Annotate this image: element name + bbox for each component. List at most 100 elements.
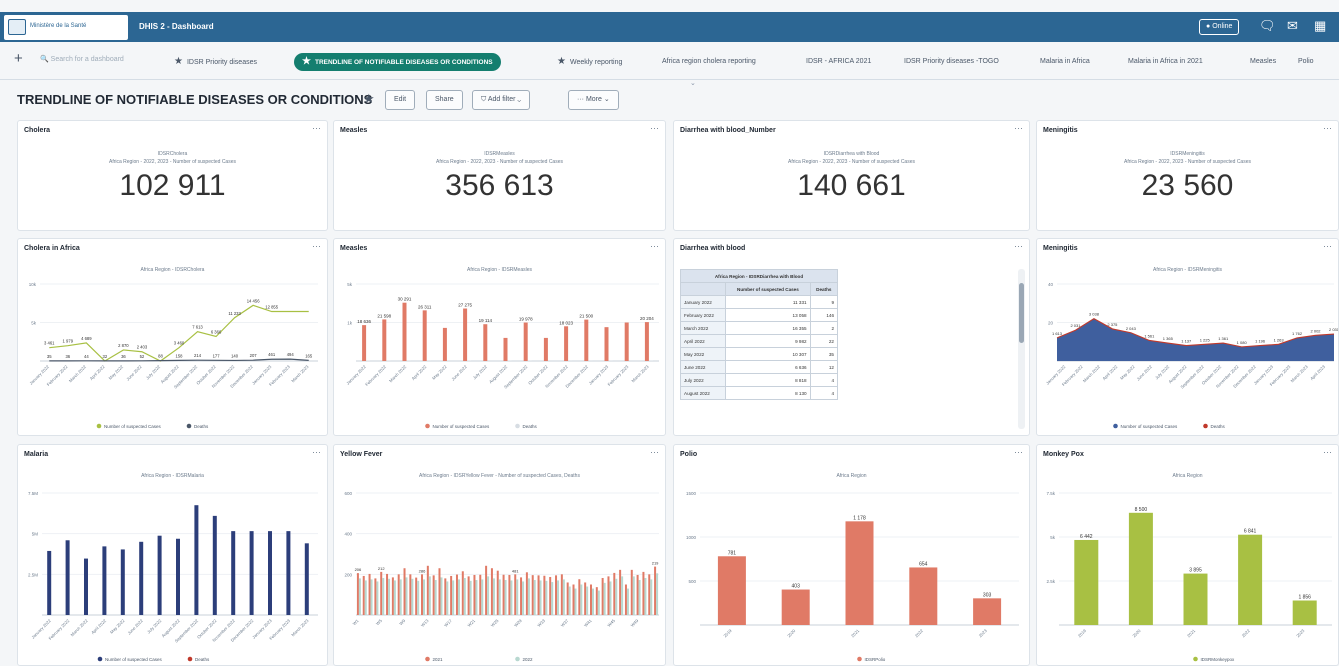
data-label: 18 636 [357,319,371,324]
inbox-icon[interactable]: ✉ [1287,19,1298,33]
legend-label: IDSRMonkeypox [1201,657,1236,662]
table-row[interactable]: January 2022 11 331 9 [679,295,839,309]
card-menu-icon[interactable]: ··· [1014,123,1023,133]
dashboard-chip-cholera-reporting[interactable]: Africa region cholera reporting [662,53,756,71]
add-dashboard-icon[interactable]: + [14,50,23,67]
bar [457,579,460,615]
bar [644,577,647,615]
dashboard-chip-idsr-togo[interactable]: IDSR Priority diseases -TOGO [904,53,999,71]
add-filter-button[interactable]: ⛉ Add filter ⌄ [472,90,531,110]
dashboard-chip-measles[interactable]: Measles [1250,53,1276,71]
cell-deaths: 22 [809,334,839,348]
y-tick-label: 5k [31,321,37,326]
x-tick-label: April 2022 [1101,364,1118,381]
dashboard-chip-polio[interactable]: Polio [1298,53,1314,71]
card-menu-icon[interactable]: ··· [1323,123,1332,133]
data-label: 1 196 [1255,339,1266,344]
bar [545,580,548,615]
x-tick-label: July 2022 [145,364,162,381]
table-row[interactable]: May 2022 10 307 35 [679,347,839,361]
edit-button[interactable]: Edit [385,90,416,110]
bar [362,325,367,361]
bar [120,549,125,615]
row-period: March 2022 [679,321,727,335]
bar [597,590,600,615]
dashboard-chip-idsr-africa-2021[interactable]: IDSR - AFRICA 2021 [806,53,871,71]
bar [609,581,612,615]
bar [525,572,528,615]
share-button[interactable]: Share [426,90,463,110]
cell-cases: 9 982 [725,334,811,348]
dashboard-chip-trendline[interactable]: ★ TRENDLINE OF NOTIFIABLE DISEASES OR CON… [294,53,501,71]
table-row[interactable]: April 2022 9 982 22 [679,334,839,348]
legend-label: IDSRPolio [865,657,886,662]
table-row[interactable]: February 2022 13 058 146 [679,308,839,322]
bar [432,575,435,615]
more-button[interactable]: ··· More ⌄ [568,90,619,110]
row-period: August 2022 [679,386,727,400]
more-label: More [585,96,602,103]
bar [514,574,517,615]
bar [624,584,627,615]
card-menu-icon[interactable]: ··· [312,123,321,133]
data-label: 4 689 [81,336,92,341]
filter-icon: ⛉ [481,96,487,103]
col-cases-header[interactable]: Number of suspected Cases [725,282,811,296]
x-tick-label: W25 [490,618,500,628]
table-row[interactable]: June 2022 6 636 12 [679,360,839,374]
bar [615,578,618,615]
data-label: 26 311 [418,304,432,309]
bar [402,302,407,361]
expand-bar-chevron-icon[interactable]: ⌄ [690,79,696,87]
chat-icon[interactable]: 🗨 [1259,19,1276,33]
x-tick-label: May 2022 [431,364,448,381]
bar [450,575,453,615]
app-title[interactable]: DHIS 2 - Dashboard [139,22,214,31]
data-label: 781 [728,550,737,556]
chip-label: Weekly reporting [569,59,623,66]
data-label: 1 613 [1052,331,1063,336]
favorite-star-icon[interactable]: ★ [363,91,375,107]
data-label: 1 263 [1274,337,1285,342]
bar [560,574,563,615]
bar [644,322,649,361]
kpi-value: 140 661 [797,169,906,202]
dashboard-chip-malaria-africa[interactable]: Malaria in Africa [1040,53,1090,71]
dashboard-chip-idsr-priority[interactable]: ★ IDSR Priority diseases [174,53,257,71]
dashboard-chip-malaria-2021[interactable]: Malaria in Africa in 2021 [1128,53,1203,71]
data-label: 177 [213,353,221,358]
dashboard-search-input[interactable]: 🔍 Search for a dashboard [40,55,124,63]
bar [584,319,589,361]
cell-deaths: 4 [809,373,839,387]
table-scrollbar[interactable] [1018,269,1025,429]
table-row[interactable]: August 2022 8 130 4 [679,386,839,400]
bar [578,579,581,615]
bar [626,588,629,615]
table-row[interactable]: March 2022 16 355 2 [679,321,839,335]
bar [411,578,414,615]
apps-icon[interactable]: ▦ [1314,19,1326,33]
polio-bar-chart: 1500 1000 500 781 403 1 178 654 303 2019 2020 2021… [686,491,1019,662]
legend-swatch [1203,423,1208,429]
dashboard-chip-weekly-reporting[interactable]: ★ Weekly reporting [557,53,622,71]
search-placeholder: Search for a dashboard [50,56,124,63]
bar [405,577,408,615]
bar [356,573,359,615]
bar [473,574,476,615]
bar [428,576,431,615]
meningitis-kpi-card: Meningitis ··· IDSRMeningitis Africa Reg… [1036,120,1339,231]
col-deaths-header[interactable]: Deaths [809,282,839,296]
chip-label: TRENDLINE OF NOTIFIABLE DISEASES OR COND… [314,59,493,66]
x-tick-label: W49 [630,618,640,628]
card-menu-icon[interactable]: ··· [650,123,659,133]
data-label: 14 456 [247,298,260,303]
table-row[interactable]: July 2022 8 818 4 [679,373,839,387]
legend-label: Number of suspected Cases [105,657,163,662]
data-label: 19 114 [479,318,493,323]
data-label: 1 178 [853,515,866,521]
scrollbar-thumb[interactable] [1019,283,1024,343]
measles-kpi-card: Measles ··· IDSRMeasles Africa Region - … [333,120,666,231]
card-menu-icon[interactable]: ··· [1014,241,1023,251]
y-tick-label: 10k [29,282,37,287]
organisation-logo[interactable]: Ministère de la Santé [4,15,128,40]
